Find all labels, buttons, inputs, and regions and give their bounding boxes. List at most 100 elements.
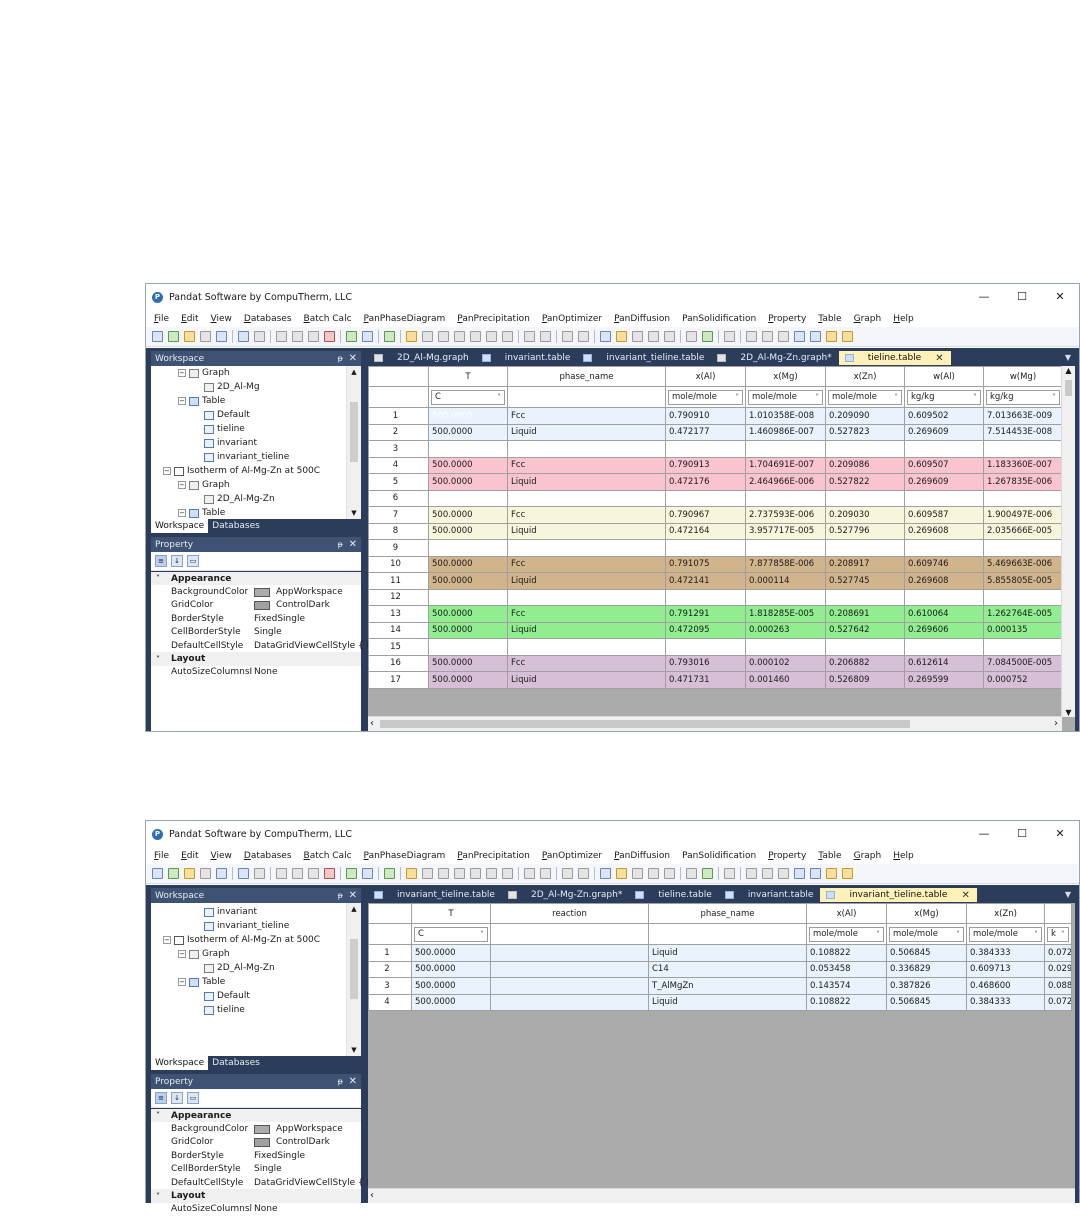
- table-cell[interactable]: 0.001460: [745, 671, 826, 689]
- tab-workspace[interactable]: Workspace: [151, 519, 209, 533]
- table-cell[interactable]: 1.900497E-006: [983, 506, 1063, 524]
- unit-dropdown[interactable]: mole/mole ˅: [828, 389, 902, 405]
- row-header[interactable]: 15: [368, 638, 429, 656]
- table-row[interactable]: 2 500.0000 Liquid 0.472177 1.460986E-007 0.52…: [368, 423, 1063, 441]
- table-cell[interactable]: [490, 993, 649, 1011]
- table-cell[interactable]: [507, 440, 666, 458]
- table-cell[interactable]: [428, 638, 508, 656]
- tab-list-chevron-icon[interactable]: ▼: [1065, 353, 1071, 362]
- table-cell[interactable]: Liquid: [507, 572, 666, 590]
- collapse-icon[interactable]: −: [178, 481, 186, 489]
- property-row[interactable]: AutoSizeColumnsI None: [151, 666, 361, 679]
- table-cell[interactable]: 2.035666E-005: [983, 522, 1063, 540]
- table-cell[interactable]: 0.000752: [983, 671, 1063, 689]
- table-cell[interactable]: [507, 489, 666, 507]
- table-cell[interactable]: 0.506845: [886, 944, 967, 962]
- table-row[interactable]: 12: [368, 588, 1063, 606]
- table-cell[interactable]: 0.609502: [904, 407, 984, 425]
- row-header[interactable]: 6: [368, 489, 429, 507]
- tool-icon[interactable]: [746, 868, 757, 879]
- grid-horizontal-scrollbar[interactable]: ‹ ›: [368, 716, 1062, 731]
- menu-item[interactable]: PanOptimizer: [542, 851, 602, 861]
- table-cell[interactable]: 0.208917: [825, 555, 905, 573]
- close-icon[interactable]: ✕: [349, 353, 357, 364]
- row-header[interactable]: 14: [368, 621, 429, 639]
- document-tab[interactable]: invariant.table: [719, 888, 821, 902]
- menu-item[interactable]: Table: [818, 314, 841, 324]
- folder-icon[interactable]: [616, 868, 627, 879]
- corner-cell[interactable]: [368, 903, 412, 924]
- tab-list-chevron-icon[interactable]: ▼: [1065, 890, 1071, 899]
- menu-item[interactable]: PanPrecipitation: [457, 314, 530, 324]
- table-row[interactable]: 13 500.0000 Fcc 0.791291 1.818285E-005 0.2086…: [368, 605, 1063, 623]
- tab-workspace[interactable]: Workspace: [151, 1056, 209, 1070]
- expand-caret-icon[interactable]: ˅: [156, 1111, 160, 1120]
- minimize-button[interactable]: —: [965, 821, 1003, 847]
- menu-item[interactable]: Help: [893, 851, 914, 861]
- table-cell[interactable]: [428, 489, 508, 507]
- table-cell[interactable]: [665, 489, 746, 507]
- table-cell[interactable]: 500.0000: [428, 605, 508, 623]
- table-cell[interactable]: Fcc: [507, 654, 666, 672]
- tool-icon[interactable]: [308, 868, 319, 879]
- table-cell[interactable]: 0.053458: [806, 960, 887, 978]
- table-cell[interactable]: 0.506845: [886, 993, 967, 1011]
- workspace-scrollbar[interactable]: ▲ ▼: [346, 903, 361, 1056]
- property-row[interactable]: DefaultCellStyle DataGridViewCellStyle { …: [151, 1176, 373, 1189]
- tab-databases[interactable]: Databases: [208, 1056, 264, 1070]
- menu-item[interactable]: PanSolidification: [682, 314, 756, 324]
- table-cell[interactable]: 0.029: [1044, 960, 1072, 978]
- tree-node-table[interactable]: invariant_tieline: [204, 921, 289, 931]
- table-row[interactable]: 5 500.0000 Liquid 0.472176 2.464966E-006 0.52…: [368, 473, 1063, 491]
- table-cell[interactable]: 500.0000: [411, 977, 491, 995]
- table-cell[interactable]: 0.269609: [904, 423, 984, 441]
- table-row[interactable]: 4 500.0000 Fcc 0.790913 1.704691E-007 0.20908…: [368, 456, 1063, 474]
- document-tab[interactable]: invariant_tieline.table: [368, 888, 502, 902]
- table-cell[interactable]: 1.267835E-006: [983, 473, 1063, 491]
- table-cell[interactable]: Liquid: [507, 671, 666, 689]
- table-cell[interactable]: 1.818285E-005: [745, 605, 826, 623]
- expand-caret-icon[interactable]: ˅: [156, 655, 160, 664]
- table-cell[interactable]: Liquid: [507, 522, 666, 540]
- tree-node-graph[interactable]: − Graph: [178, 480, 230, 490]
- table-cell[interactable]: Liquid: [507, 621, 666, 639]
- table-row[interactable]: 15: [368, 638, 1063, 656]
- table-cell[interactable]: Liquid: [648, 993, 807, 1011]
- tool-icon[interactable]: [470, 868, 481, 879]
- green-tool-icon[interactable]: [168, 331, 179, 342]
- tree-node-graph[interactable]: − Graph: [178, 368, 230, 378]
- table-cell[interactable]: 0.000263: [745, 621, 826, 639]
- unit-dropdown[interactable]: mole/mole ˅: [668, 389, 743, 405]
- blue-tool-icon[interactable]: [794, 868, 805, 879]
- unit-dropdown[interactable]: k ˅: [1047, 926, 1069, 942]
- table-cell[interactable]: 0.269599: [904, 671, 984, 689]
- table-cell[interactable]: 1.460986E-007: [745, 423, 826, 441]
- menu-item[interactable]: Databases: [244, 314, 292, 324]
- document-tab[interactable]: invariant.table: [476, 351, 578, 365]
- table-cell[interactable]: 0.527822: [825, 473, 905, 491]
- pin-icon[interactable]: ᵽ: [338, 540, 343, 549]
- table-cell[interactable]: 0.088: [1044, 977, 1072, 995]
- column-header[interactable]: x(Mg): [886, 903, 967, 924]
- folder-icon[interactable]: [616, 331, 627, 342]
- blue-tool-icon[interactable]: [810, 868, 821, 879]
- table-cell[interactable]: 0.269606: [904, 621, 984, 639]
- tree-node-graph[interactable]: − Graph: [178, 949, 230, 959]
- property-row[interactable]: CellBorderStyle Single: [151, 626, 361, 639]
- maximize-button[interactable]: ☐: [1003, 821, 1041, 847]
- table-row[interactable]: 11 500.0000 Liquid 0.472141 0.000114 0.527745…: [368, 572, 1063, 590]
- property-row[interactable]: BorderStyle FixedSingle: [151, 612, 361, 625]
- property-category-appearance[interactable]: ˅ Appearance: [151, 1109, 361, 1123]
- green-tool-icon[interactable]: [384, 868, 395, 879]
- tool-icon[interactable]: [778, 331, 789, 342]
- table-cell[interactable]: 1.704691E-007: [745, 456, 826, 474]
- property-row[interactable]: GridColor ControlDark: [151, 1136, 361, 1149]
- table-cell[interactable]: 0.527745: [825, 572, 905, 590]
- tool-icon[interactable]: [664, 868, 675, 879]
- column-header[interactable]: w(Al): [904, 366, 984, 387]
- sort-alpha-icon[interactable]: ↓: [171, 1092, 183, 1104]
- blue-tool-icon[interactable]: [238, 868, 249, 879]
- table-cell[interactable]: Liquid: [648, 944, 807, 962]
- tool-icon[interactable]: [254, 868, 265, 879]
- tool-icon[interactable]: [762, 331, 773, 342]
